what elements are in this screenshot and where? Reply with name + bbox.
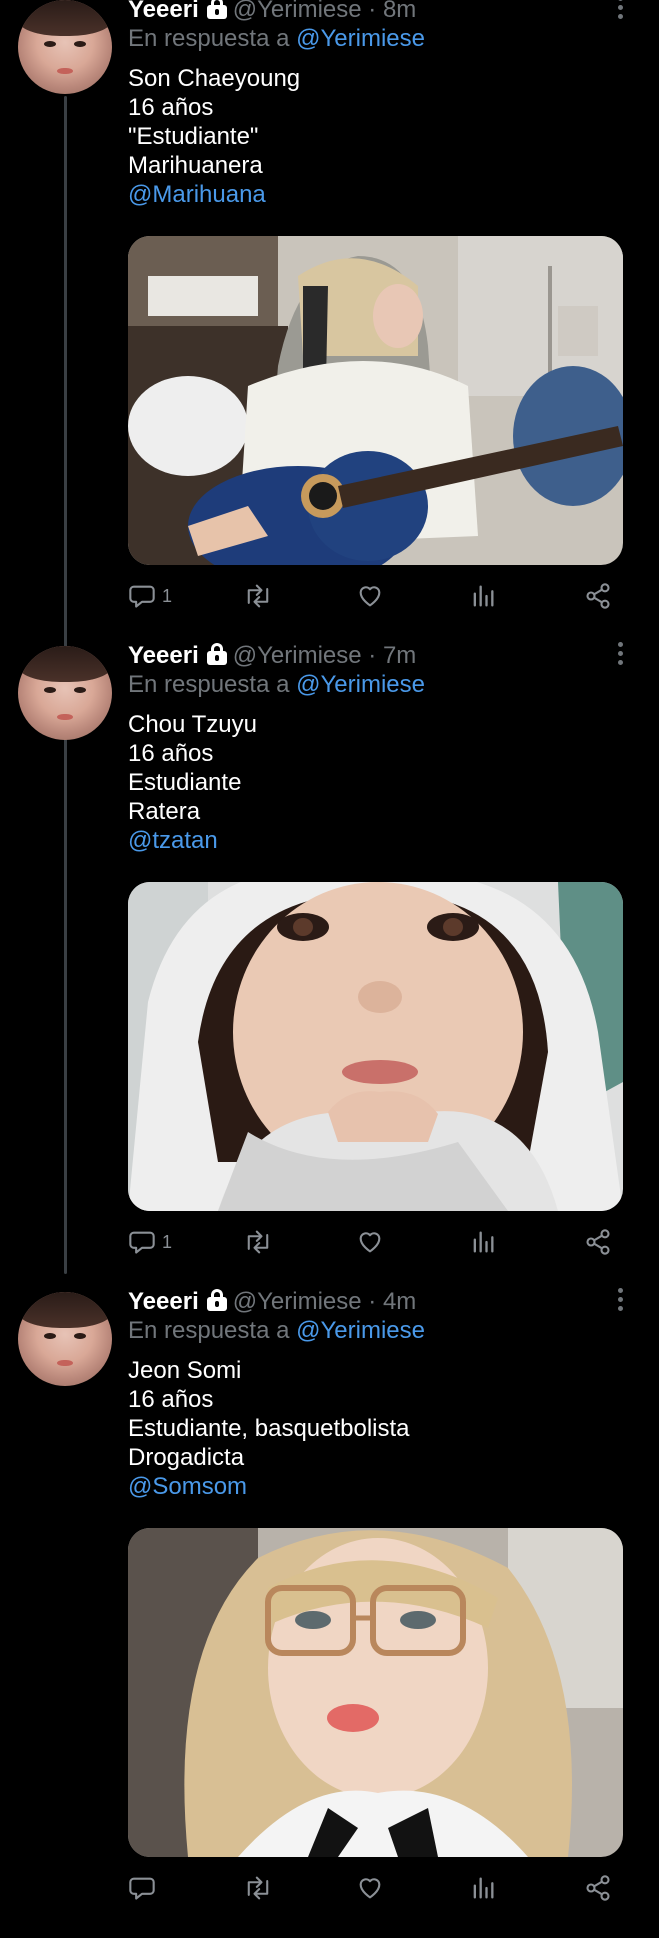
text-line: Chou Tzuyu (128, 711, 257, 738)
reply-button[interactable]: 1 (128, 578, 172, 614)
avatar[interactable] (18, 646, 112, 740)
tweet-actions (128, 1870, 623, 1906)
like-button[interactable] (356, 1870, 384, 1906)
reply-icon (129, 1231, 155, 1254)
views-button[interactable] (470, 1224, 496, 1260)
separator: · (368, 0, 377, 23)
tweet-text: Jeon Somi 16 años Estudiante, basquetbol… (128, 1356, 410, 1501)
reply-button[interactable]: 1 (128, 1224, 172, 1260)
more-icon[interactable] (618, 0, 624, 22)
timestamp[interactable]: 4m (383, 1288, 416, 1315)
tweet-header: Yeeeri @Yerimiese · 7m (128, 642, 416, 672)
text-line: Son Chaeyoung (128, 65, 301, 92)
reply-context: En respuesta a @Yerimiese (128, 1316, 425, 1346)
reply-prefix: En respuesta a (128, 25, 290, 52)
views-button[interactable] (470, 578, 496, 614)
share-button[interactable] (584, 1870, 612, 1906)
share-icon (586, 583, 610, 609)
tweet-header: Yeeeri @Yerimiese · 4m (128, 1288, 416, 1318)
tweet-actions: 1 (128, 578, 623, 614)
handle[interactable]: @Yerimiese (233, 0, 362, 23)
views-icon (473, 1877, 494, 1899)
share-button[interactable] (584, 1224, 612, 1260)
share-icon (586, 1229, 610, 1255)
tweet-header: Yeeeri @Yerimiese · 8m (128, 0, 416, 26)
text-line: Estudiante (128, 769, 242, 796)
handle[interactable]: @Yerimiese (233, 642, 362, 669)
reply-context: En respuesta a @Yerimiese (128, 24, 425, 54)
tweet[interactable]: Yeeeri @Yerimiese · 8m En respuesta a @Ye… (0, 0, 659, 646)
text-line: "Estudiante" (128, 123, 259, 150)
lock-icon (206, 643, 227, 665)
text-line: 16 años (128, 94, 214, 121)
mention-link[interactable]: @Somsom (128, 1472, 410, 1501)
text-line: Marihuanera (128, 152, 263, 179)
like-button[interactable] (356, 1224, 384, 1260)
text-line: Estudiante, basquetbolista (128, 1415, 410, 1442)
reply-to-link[interactable]: @Yerimiese (296, 25, 425, 52)
display-name[interactable]: Yeeeri (128, 1288, 199, 1315)
reply-context: En respuesta a @Yerimiese (128, 670, 425, 700)
text-line: Jeon Somi (128, 1357, 242, 1384)
reply-count: 1 (162, 1231, 173, 1252)
timestamp[interactable]: 8m (383, 0, 416, 23)
reply-icon (129, 1877, 155, 1900)
like-icon (359, 586, 381, 607)
tweet-actions: 1 (128, 1224, 623, 1260)
tweet[interactable]: Yeeeri @Yerimiese · 4m En respuesta a @Ye… (0, 1288, 659, 1938)
reply-to-link[interactable]: @Yerimiese (296, 671, 425, 698)
retweet-icon (247, 1230, 269, 1254)
more-icon[interactable] (618, 1288, 624, 1314)
text-line: Ratera (128, 798, 201, 825)
retweet-icon (247, 1876, 269, 1900)
like-button[interactable] (356, 578, 384, 614)
text-line: Drogadicta (128, 1444, 245, 1471)
reply-to-link[interactable]: @Yerimiese (296, 1317, 425, 1344)
reply-count: 1 (162, 585, 173, 606)
like-icon (359, 1232, 381, 1253)
avatar[interactable] (18, 1292, 112, 1386)
photo-girl-with-guitar (128, 236, 623, 565)
tweet-text: Chou Tzuyu 16 años Estudiante Ratera @tz… (128, 710, 257, 855)
text-line: 16 años (128, 740, 214, 767)
text-line: 16 años (128, 1386, 214, 1413)
timestamp[interactable]: 7m (383, 642, 416, 669)
retweet-icon (247, 584, 269, 608)
tweet-text: Son Chaeyoung 16 años "Estudiante" Marih… (128, 64, 300, 209)
like-icon (359, 1878, 381, 1899)
reply-prefix: En respuesta a (128, 1317, 290, 1344)
avatar[interactable] (18, 0, 112, 94)
photo-girl-with-glasses (128, 1528, 623, 1857)
lock-icon (206, 1289, 227, 1311)
retweet-button[interactable] (243, 578, 273, 614)
lock-icon (206, 0, 227, 19)
display-name[interactable]: Yeeeri (128, 0, 199, 23)
mention-link[interactable]: @Marihuana (128, 180, 300, 209)
tweet-media-photo[interactable] (128, 1528, 623, 1857)
separator: · (368, 1288, 377, 1315)
reply-button[interactable] (128, 1870, 162, 1906)
tweet[interactable]: Yeeeri @Yerimiese · 7m En respuesta a @Ye… (0, 642, 659, 1292)
mention-link[interactable]: @tzatan (128, 826, 257, 855)
separator: · (368, 642, 377, 669)
handle[interactable]: @Yerimiese (233, 1288, 362, 1315)
reply-prefix: En respuesta a (128, 671, 290, 698)
photo-girl-in-hoodie (128, 882, 623, 1211)
more-icon[interactable] (618, 642, 624, 668)
retweet-button[interactable] (243, 1224, 273, 1260)
reply-icon (129, 585, 155, 608)
display-name[interactable]: Yeeeri (128, 642, 199, 669)
views-icon (473, 1231, 494, 1253)
views-button[interactable] (470, 1870, 496, 1906)
retweet-button[interactable] (243, 1870, 273, 1906)
tweet-media-photo[interactable] (128, 236, 623, 565)
views-icon (473, 585, 494, 607)
share-icon (586, 1875, 610, 1901)
tweet-media-photo[interactable] (128, 882, 623, 1211)
share-button[interactable] (584, 578, 612, 614)
